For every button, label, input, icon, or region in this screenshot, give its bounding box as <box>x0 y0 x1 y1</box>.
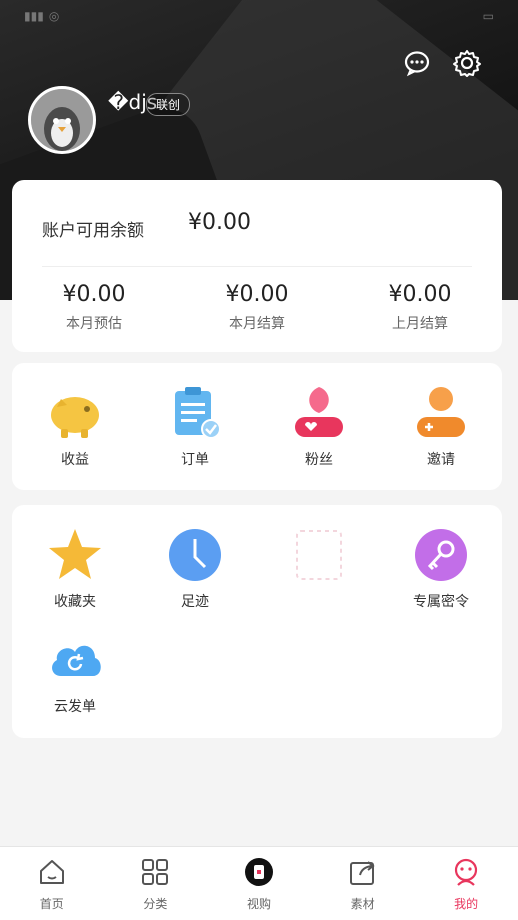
home-icon <box>39 860 64 884</box>
tile-label: 云发单 <box>54 699 96 715</box>
balance-value: ¥0.00 <box>188 210 251 235</box>
penguin-avatar-icon <box>31 89 93 151</box>
clock-icon <box>169 529 221 581</box>
stat-value: ¥0.00 <box>62 282 126 307</box>
video-icon <box>244 858 273 886</box>
tile-placeholder[interactable] <box>269 527 369 583</box>
battery-icon: ▭ <box>482 9 494 23</box>
tile-label: 收益 <box>61 452 89 468</box>
stat-month-estimate[interactable]: ¥0.00 本月预估 <box>24 282 164 333</box>
invite-person-icon <box>417 387 465 437</box>
piggy-bank-icon <box>51 397 99 438</box>
balance-card: 账户可用余额 ¥0.00 ¥0.00 本月预估 ¥0.00 本月结算 ¥0.00… <box>12 180 502 352</box>
notification-icon: ◎ <box>48 9 60 23</box>
status-bar: ▮▮▮ ◎ ▭ <box>0 0 518 32</box>
bottom-tab-bar: 首页 分类 视购 素材 我的 <box>0 846 518 920</box>
tile-fans[interactable]: 粉丝 <box>269 385 369 469</box>
broken-image-icon <box>296 530 342 580</box>
fan-person-icon <box>295 387 343 437</box>
message-icon[interactable] <box>402 48 432 78</box>
star-icon <box>49 529 101 579</box>
tab-materials[interactable]: 素材 <box>311 847 415 920</box>
stat-month-settled[interactable]: ¥0.00 本月结算 <box>187 282 327 333</box>
tab-home[interactable]: 首页 <box>0 847 104 920</box>
level-badge: 联创 <box>146 93 191 116</box>
key-icon <box>415 529 467 581</box>
balance-label: 账户可用余额 <box>42 221 144 241</box>
clipboard-icon <box>175 387 221 439</box>
share-icon <box>349 861 375 885</box>
tile-favorites[interactable]: 收藏夹 <box>25 527 125 611</box>
stat-value: ¥0.00 <box>225 282 289 307</box>
grid-icon <box>142 859 169 885</box>
tab-label: 分类 <box>143 897 168 911</box>
tab-label: 首页 <box>39 897 64 911</box>
stat-last-month-settled[interactable]: ¥0.00 上月结算 <box>350 282 490 333</box>
gear-icon[interactable] <box>452 48 482 78</box>
tile-label: 订单 <box>181 452 209 468</box>
tab-video-shop[interactable]: 视购 <box>207 847 311 920</box>
tile-label: 收藏夹 <box>54 594 96 610</box>
tab-label: 我的 <box>454 897 479 911</box>
stat-label: 本月结算 <box>229 316 285 332</box>
stat-label: 上月结算 <box>392 316 448 332</box>
tile-footprints[interactable]: 足迹 <box>145 527 245 611</box>
profile-icon <box>455 858 478 886</box>
tile-label: 粉丝 <box>305 452 333 468</box>
tab-label: 视购 <box>246 897 271 911</box>
tile-invite[interactable]: 邀请 <box>391 385 491 469</box>
tab-mine[interactable]: 我的 <box>414 847 518 920</box>
divider <box>42 266 472 267</box>
main-functions-card: 收益 订单 粉丝 邀请 <box>12 363 502 490</box>
tile-earnings[interactable]: 收益 <box>25 385 125 469</box>
tile-label: 足迹 <box>181 594 209 610</box>
tab-category[interactable]: 分类 <box>104 847 208 920</box>
tile-orders[interactable]: 订单 <box>145 385 245 469</box>
tile-cloud-publish[interactable]: 云发单 <box>25 632 125 716</box>
avatar[interactable] <box>28 86 96 154</box>
stat-value: ¥0.00 <box>388 282 452 307</box>
signal-icon: ▮▮▮ <box>24 9 44 23</box>
tile-label: 专属密令 <box>413 594 469 610</box>
tab-label: 素材 <box>350 897 375 911</box>
tile-label: 邀请 <box>427 452 455 468</box>
tile-exclusive-code[interactable]: 专属密令 <box>391 527 491 611</box>
stat-label: 本月预估 <box>66 316 122 332</box>
cloud-icon <box>52 645 101 676</box>
tools-card: 收藏夹 足迹 专属密令 云发单 <box>12 505 502 738</box>
